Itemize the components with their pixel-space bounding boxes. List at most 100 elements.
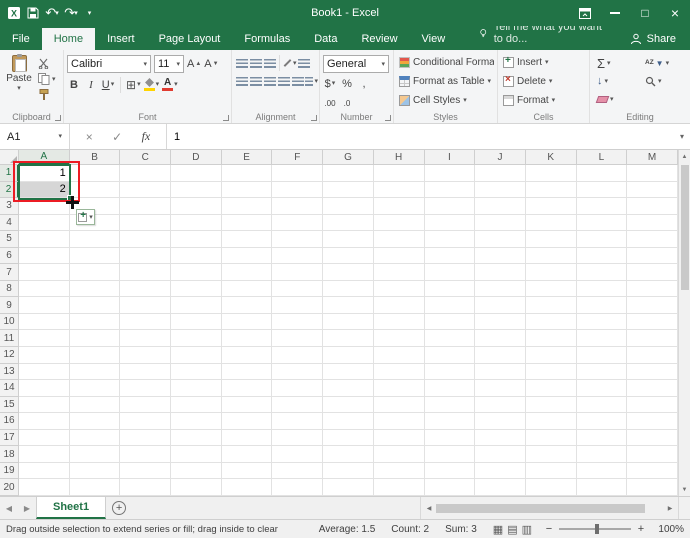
font-size-select[interactable]: 11 ▾ <box>154 55 184 73</box>
cell-m10[interactable] <box>627 313 678 331</box>
cell-l16[interactable] <box>576 413 628 430</box>
cell-e9[interactable] <box>221 297 273 314</box>
cell-j1[interactable] <box>475 165 526 182</box>
cell-e7[interactable] <box>221 264 273 281</box>
cell-g3[interactable] <box>323 198 374 215</box>
column-header-j[interactable]: J <box>475 150 526 165</box>
cell-c11[interactable] <box>120 330 172 348</box>
column-header-k[interactable]: K <box>525 150 577 165</box>
row-header-6[interactable]: 6 <box>0 247 19 265</box>
cell-i19[interactable] <box>424 462 476 480</box>
cell-l20[interactable] <box>576 479 628 496</box>
cell-i10[interactable] <box>424 313 476 331</box>
zoom-thumb[interactable] <box>595 524 599 534</box>
row-header-7[interactable]: 7 <box>0 264 19 281</box>
cell-h10[interactable] <box>373 313 425 331</box>
name-box[interactable]: A1 ▾ <box>0 124 70 149</box>
cell-f4[interactable] <box>272 214 324 232</box>
cell-b19[interactable] <box>69 462 121 480</box>
cell-c14[interactable] <box>120 380 172 397</box>
undo-caret-icon[interactable]: ▾ <box>55 9 59 17</box>
cell-g12[interactable] <box>323 347 374 364</box>
orientation-button[interactable]: ▾ <box>283 56 297 71</box>
sheet-tab-sheet1[interactable]: Sheet1 <box>36 497 107 519</box>
save-button[interactable] <box>25 3 41 23</box>
cell-h12[interactable] <box>373 347 425 364</box>
row-header-11[interactable]: 11 <box>0 330 19 348</box>
cell-l5[interactable] <box>576 231 628 248</box>
cell-h19[interactable] <box>373 462 425 480</box>
cell-styles-button[interactable]: Cell Styles ▾ <box>397 91 494 110</box>
comma-style-button[interactable]: , <box>357 75 371 92</box>
cell-e1[interactable] <box>221 165 273 182</box>
cell-d7[interactable] <box>171 264 222 281</box>
cell-a19[interactable] <box>19 462 70 480</box>
increase-decimal-button[interactable]: .00 <box>323 95 337 112</box>
share-button[interactable]: Share <box>616 29 690 50</box>
cell-g7[interactable] <box>323 264 374 281</box>
cell-g5[interactable] <box>323 231 374 248</box>
cell-l12[interactable] <box>576 347 628 364</box>
align-middle-button[interactable] <box>249 56 262 71</box>
decrease-font-size-button[interactable]: A ▼ <box>204 56 218 73</box>
cell-e14[interactable] <box>221 380 273 397</box>
cell-l3[interactable] <box>576 198 628 215</box>
cell-a6[interactable] <box>19 247 70 265</box>
cell-a8[interactable] <box>19 280 70 298</box>
cell-e4[interactable] <box>221 214 273 232</box>
zoom-out-button[interactable]: − <box>544 523 554 535</box>
cell-f3[interactable] <box>272 198 324 215</box>
insert-function-icon[interactable]: fx <box>142 129 151 144</box>
cell-h20[interactable] <box>373 479 425 496</box>
row-header-8[interactable]: 8 <box>0 280 19 298</box>
cell-b5[interactable] <box>69 231 121 248</box>
cell-l18[interactable] <box>576 446 628 463</box>
cell-g4[interactable] <box>323 214 374 232</box>
cell-m3[interactable] <box>627 198 678 215</box>
cell-l19[interactable] <box>576 462 628 480</box>
zoom-slider[interactable] <box>559 524 631 534</box>
vertical-scrollbar[interactable]: ▲ ▼ <box>678 150 690 496</box>
cell-i13[interactable] <box>424 363 476 381</box>
cell-b15[interactable] <box>69 396 121 414</box>
cell-c17[interactable] <box>120 429 172 447</box>
cell-g8[interactable] <box>323 280 374 298</box>
zoom-level[interactable]: 100% <box>650 524 684 535</box>
cell-k18[interactable] <box>525 446 577 463</box>
cell-j15[interactable] <box>475 396 526 414</box>
cell-a7[interactable] <box>19 264 70 281</box>
borders-button[interactable]: ⊞ ▾ <box>126 76 141 93</box>
cell-l7[interactable] <box>576 264 628 281</box>
cell-j2[interactable] <box>475 181 526 199</box>
cell-c8[interactable] <box>120 280 172 298</box>
cell-j4[interactable] <box>475 214 526 232</box>
cell-g6[interactable] <box>323 247 374 265</box>
cell-e2[interactable] <box>221 181 273 199</box>
cell-j9[interactable] <box>475 297 526 314</box>
cell-b9[interactable] <box>69 297 121 314</box>
cell-l15[interactable] <box>576 396 628 414</box>
customize-qat-button[interactable]: ▾ <box>82 3 98 23</box>
hscroll-right-icon[interactable]: ▶ <box>663 505 677 512</box>
cell-c15[interactable] <box>120 396 172 414</box>
cell-d20[interactable] <box>171 479 222 496</box>
cell-j13[interactable] <box>475 363 526 381</box>
cell-m17[interactable] <box>627 429 678 447</box>
cell-i16[interactable] <box>424 413 476 430</box>
cell-d15[interactable] <box>171 396 222 414</box>
cell-f14[interactable] <box>272 380 324 397</box>
cell-l2[interactable] <box>576 181 628 199</box>
cell-f9[interactable] <box>272 297 324 314</box>
cell-m2[interactable] <box>627 181 678 199</box>
cell-k9[interactable] <box>525 297 577 314</box>
tab-insert[interactable]: Insert <box>95 28 147 50</box>
undo-button[interactable]: ↶ ▾ <box>44 3 60 23</box>
align-top-button[interactable] <box>235 56 248 71</box>
cell-i3[interactable] <box>424 198 476 215</box>
cell-h4[interactable] <box>373 214 425 232</box>
percent-style-button[interactable]: % <box>340 75 354 92</box>
cell-j11[interactable] <box>475 330 526 348</box>
align-bottom-button[interactable] <box>263 56 276 71</box>
cell-d2[interactable] <box>171 181 222 199</box>
conditional-formatting-button[interactable]: Conditional Formatting ▾ <box>397 53 494 72</box>
